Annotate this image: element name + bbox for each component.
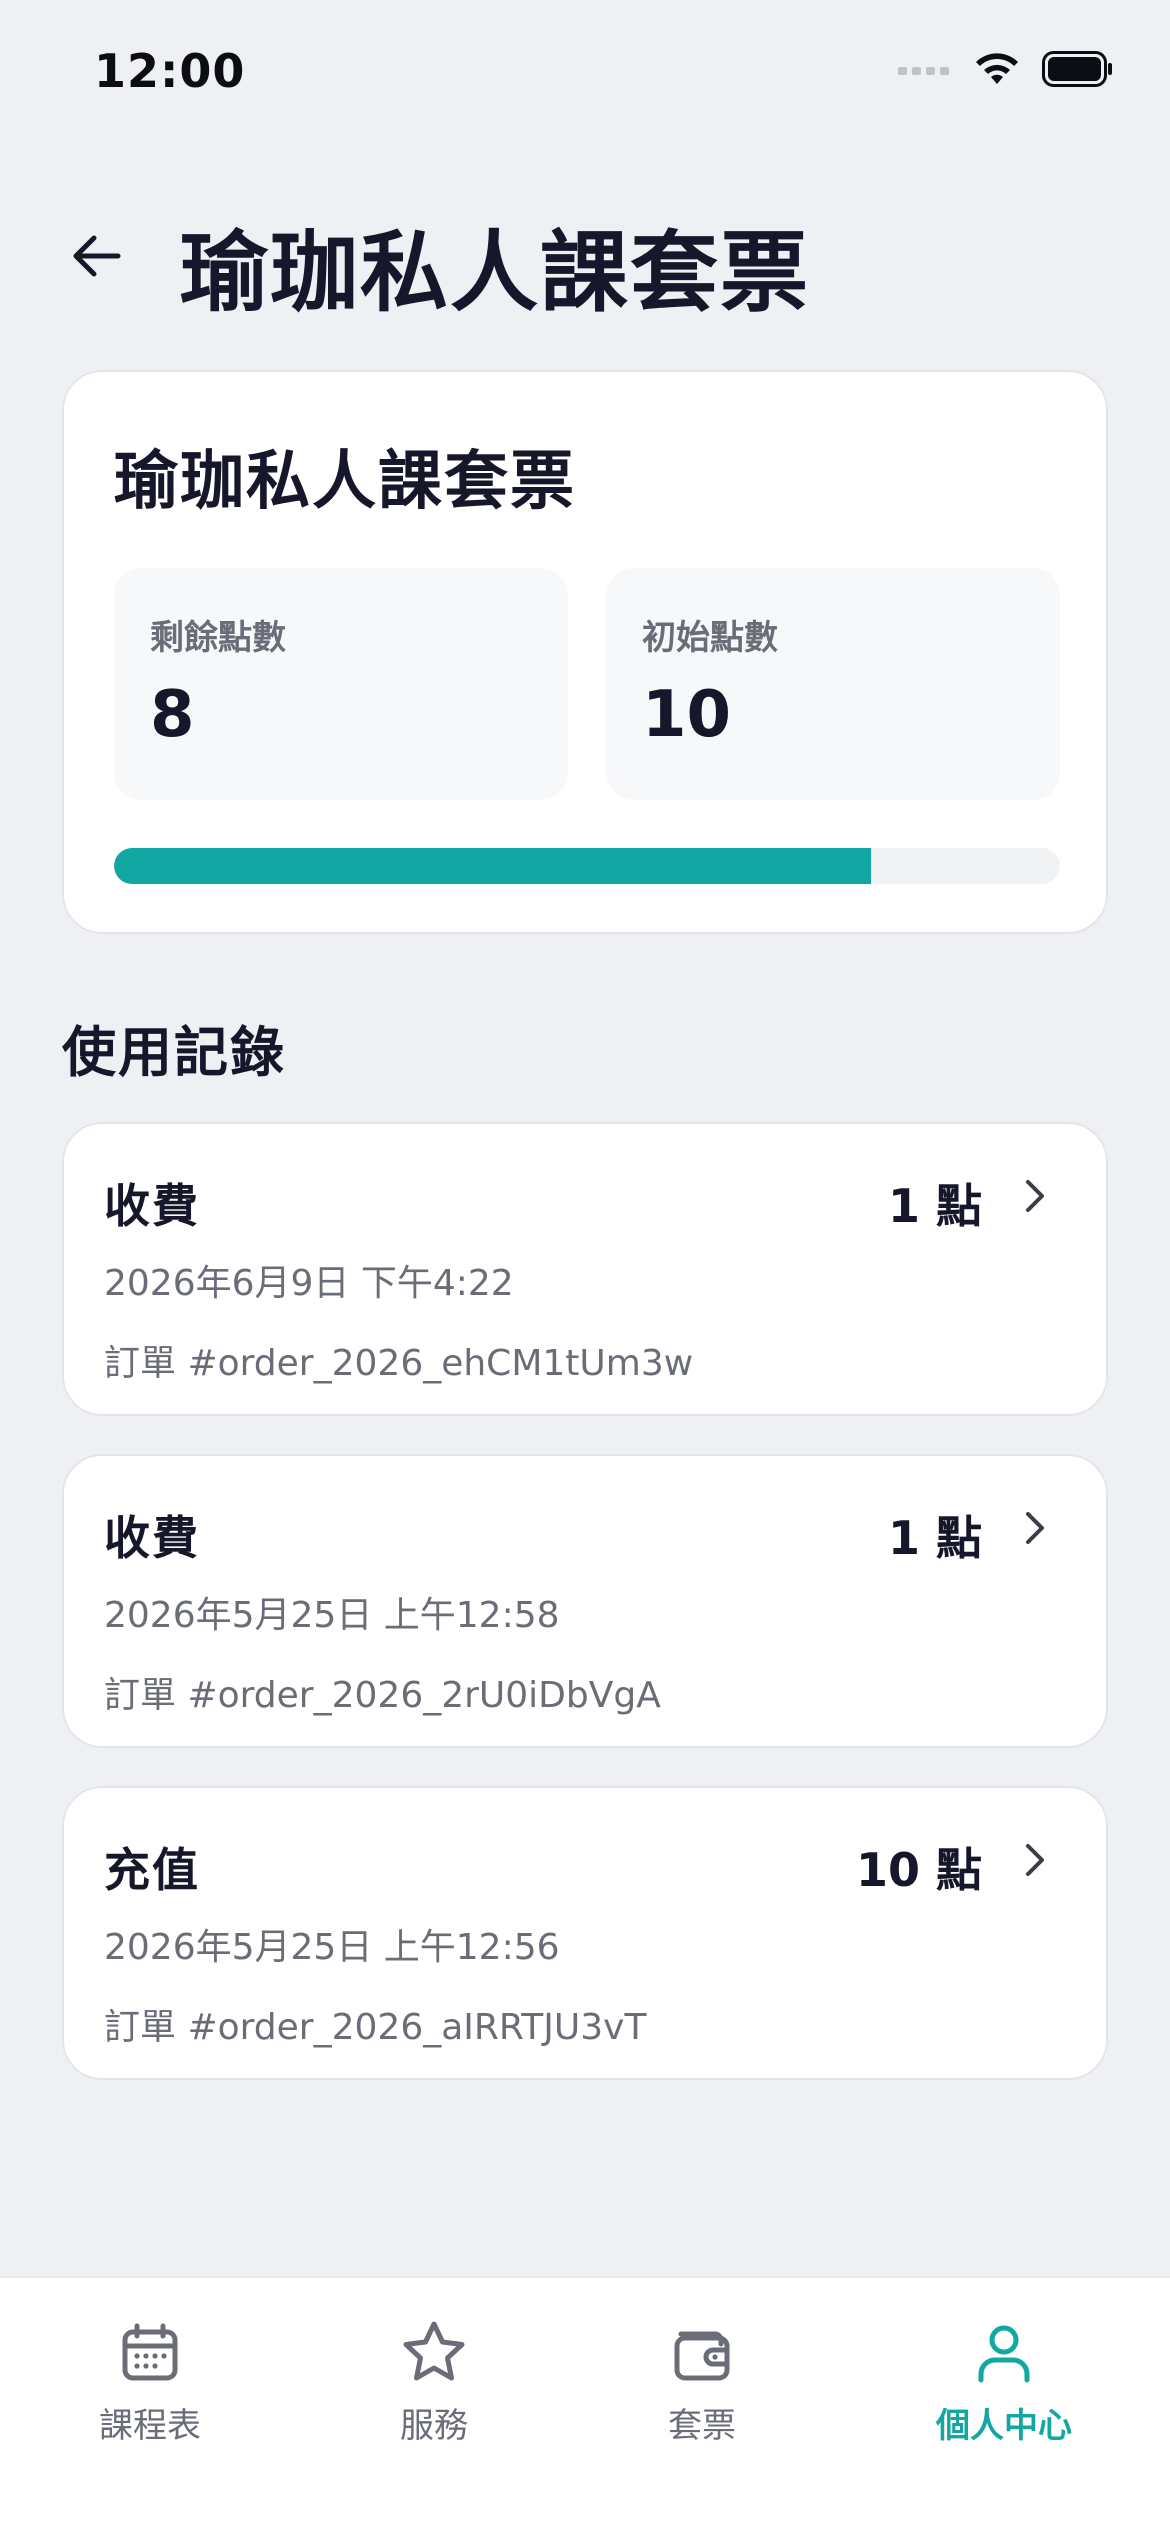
status-bar: 12:00 [0,0,1170,140]
tab-services[interactable]: 服務 [314,2318,554,2458]
bottom-tab-bar: 課程表 服務 套票 個人中心 [0,2276,1170,2532]
record-date: 2026年5月25日 上午12:58 [104,1595,560,1636]
status-icons [898,50,1114,88]
pass-summary-card: 瑜珈私人課套票 剩餘點數 8 初始點數 10 [62,370,1108,934]
remaining-points-box: 剩餘點數 8 [114,568,568,800]
tab-label: 服務 [400,2406,468,2446]
record-order: 訂單 #order_2026_ehCM1tUm3w [104,1343,694,1384]
status-time: 12:00 [94,44,246,98]
chevron-right-icon [1026,1512,1044,1544]
chevron-right-icon [1026,1844,1044,1876]
chevron-right-icon [1026,1180,1044,1212]
signal-icon [898,67,949,75]
record-date: 2026年6月9日 下午4:22 [104,1263,514,1304]
back-button[interactable] [56,216,136,296]
wallet-icon [674,2331,730,2381]
tab-profile[interactable]: 個人中心 [884,2318,1124,2458]
initial-points-value: 10 [642,678,732,752]
page-header: 瑜珈私人課套票 [0,180,1170,324]
record-points: 1 點 [887,1179,982,1233]
arrow-left-icon [73,235,121,277]
remaining-points-label: 剩餘點數 [150,618,286,658]
record-type: 收費 [104,1179,200,1233]
record-item[interactable]: 充值 10 點 2026年5月25日 上午12:56 訂單 #order_202… [62,1786,1108,2080]
record-points: 1 點 [887,1511,982,1565]
usage-records-title: 使用記錄 [62,1021,286,1084]
page-title: 瑜珈私人課套票 [180,221,811,324]
tab-label: 課程表 [99,2406,201,2446]
points-progress-fill [114,848,871,884]
initial-points-label: 初始點數 [642,618,778,658]
pass-title: 瑜珈私人課套票 [114,445,576,519]
record-order: 訂單 #order_2026_aIRRTJU3vT [104,2007,647,2048]
record-item[interactable]: 收費 1 點 2026年5月25日 上午12:58 訂單 #order_2026… [62,1454,1108,1748]
battery-icon [1042,51,1112,87]
record-points: 10 點 [855,1843,982,1897]
record-order: 訂單 #order_2026_2rU0iDbVgA [104,1675,661,1716]
remaining-points-value: 8 [150,678,195,752]
wifi-icon [976,53,1018,84]
record-date: 2026年5月25日 上午12:56 [104,1927,560,1968]
record-type: 充值 [104,1843,200,1897]
initial-points-box: 初始點數 10 [606,568,1060,800]
person-icon [978,2325,1030,2383]
points-progress-bar [114,848,1060,884]
calendar-icon [122,2323,178,2381]
record-item[interactable]: 收費 1 點 2026年6月9日 下午4:22 訂單 #order_2026_e… [62,1122,1108,1416]
tab-schedule[interactable]: 課程表 [30,2318,270,2458]
tab-label: 套票 [668,2406,736,2446]
tab-passes[interactable]: 套票 [582,2318,822,2458]
tab-label: 個人中心 [936,2406,1072,2446]
record-type: 收費 [104,1511,200,1565]
star-icon [403,2321,465,2381]
